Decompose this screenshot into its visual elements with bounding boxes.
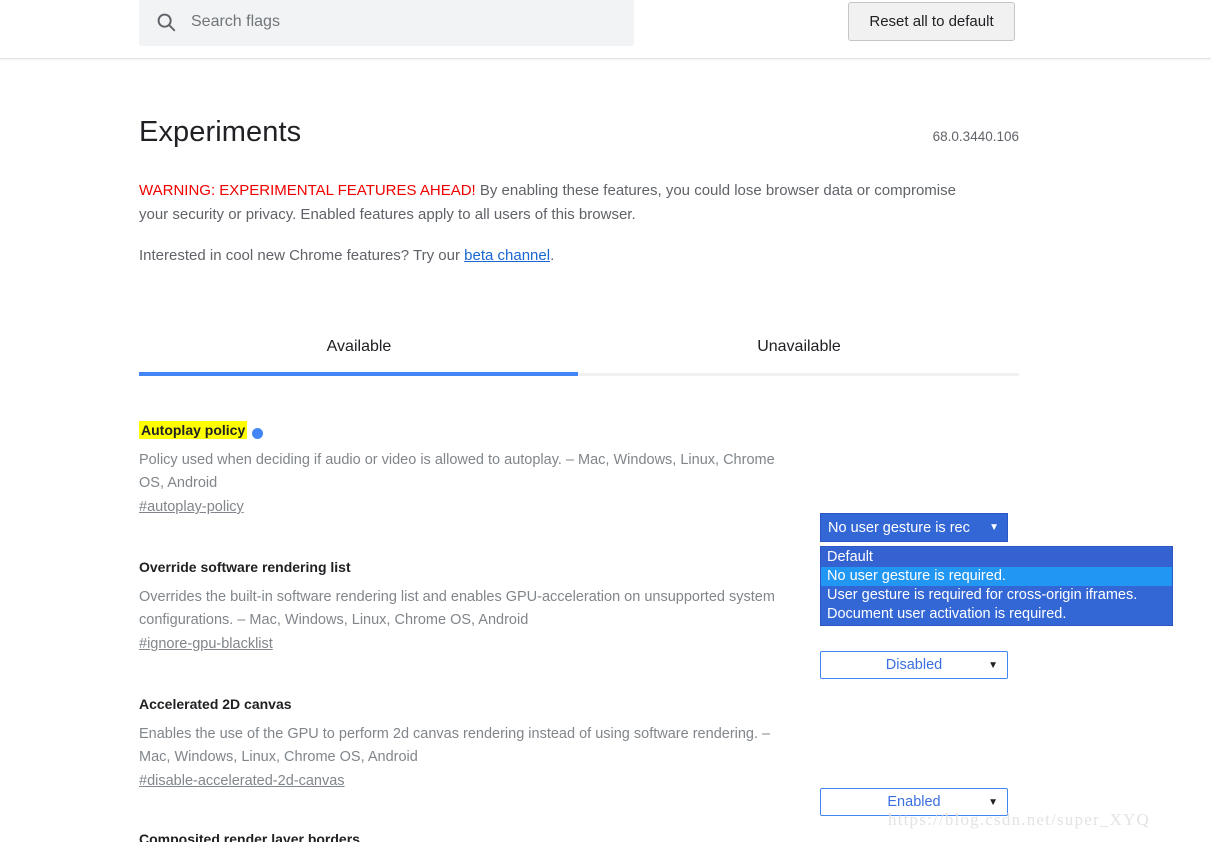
flag-description: Overrides the built-in software renderin… <box>139 589 775 628</box>
chevron-down-icon: ▼ <box>988 796 998 808</box>
flag-select-value: No user gesture is rec <box>828 519 970 536</box>
tab-unavailable-label: Unavailable <box>757 338 841 355</box>
flag-select-option-list[interactable]: Default No user gesture is required. Use… <box>820 546 1173 626</box>
flag-permalink[interactable]: #autoplay-policy <box>139 499 799 515</box>
option-default[interactable]: Default <box>821 548 1172 567</box>
flag-permalink[interactable]: #disable-accelerated-2d-canvas <box>139 773 799 789</box>
search-box[interactable] <box>139 0 634 46</box>
flag-title: Accelerated 2D canvas <box>139 696 292 712</box>
flag-description: Policy used when deciding if audio or vi… <box>139 452 775 491</box>
flag-description: Enables the use of the GPU to perform 2d… <box>139 726 771 765</box>
flag-text-block: Autoplay policy Policy used when decidin… <box>139 421 799 515</box>
flag-title: Override software rendering list <box>139 559 351 575</box>
flag-select-value: Disabled <box>885 657 943 673</box>
option-no-user-gesture-is-required[interactable]: No user gesture is required. <box>821 567 1172 586</box>
page-title-row: Experiments 68.0.3440.106 <box>139 116 1019 149</box>
tab-available-label: Available <box>326 338 392 355</box>
beta-channel-link[interactable]: beta channel <box>464 247 550 264</box>
flag-select-autoplay-policy[interactable]: No user gesture is rec ▼ <box>820 513 1008 542</box>
chevron-down-icon: ▼ <box>988 659 998 671</box>
warning-paragraph: WARNING: EXPERIMENTAL FEATURES AHEAD! By… <box>139 179 969 227</box>
page-title: Experiments <box>139 116 302 148</box>
warning-strong-text: WARNING: EXPERIMENTAL FEATURES AHEAD! <box>139 182 476 199</box>
option-document-user-activation-required[interactable]: Document user activation is required. <box>821 605 1172 624</box>
flag-select-override-software-rendering-list[interactable]: Disabled ▼ <box>820 651 1008 679</box>
flag-title-composited-render-layer-borders: Composited render layer borders <box>139 831 360 842</box>
flags-toolbar: Reset all to default <box>0 0 1211 59</box>
option-user-gesture-required-cross-origin-iframes[interactable]: User gesture is required for cross-origi… <box>821 586 1172 605</box>
beta-channel-paragraph: Interested in cool new Chrome features? … <box>139 244 969 268</box>
flag-select-value: Enabled <box>887 794 941 810</box>
flag-modified-dot-icon <box>252 428 263 439</box>
reset-all-to-default-button[interactable]: Reset all to default <box>848 2 1015 41</box>
beta-suffix-text: . <box>550 247 555 264</box>
flag-text-block: Override software rendering list Overrid… <box>139 559 799 652</box>
flag-title: Autoplay policy <box>139 421 248 439</box>
flag-text-block: Accelerated 2D canvas Enables the use of… <box>139 696 799 789</box>
tab-indicator-active <box>139 372 578 376</box>
chevron-down-icon: ▼ <box>989 522 999 533</box>
search-icon <box>155 11 177 33</box>
tab-available[interactable]: Available <box>139 319 579 375</box>
version-label: 68.0.3440.106 <box>932 129 1019 144</box>
tab-unavailable[interactable]: Unavailable <box>579 319 1019 375</box>
tab-bar: Available Unavailable <box>139 319 1019 375</box>
flag-permalink[interactable]: #ignore-gpu-blacklist <box>139 636 799 652</box>
beta-prefix-text: Interested in cool new Chrome features? … <box>139 247 465 264</box>
search-input[interactable] <box>191 12 571 31</box>
watermark: https://blog.csdn.net/super_XYQ <box>888 810 1150 829</box>
